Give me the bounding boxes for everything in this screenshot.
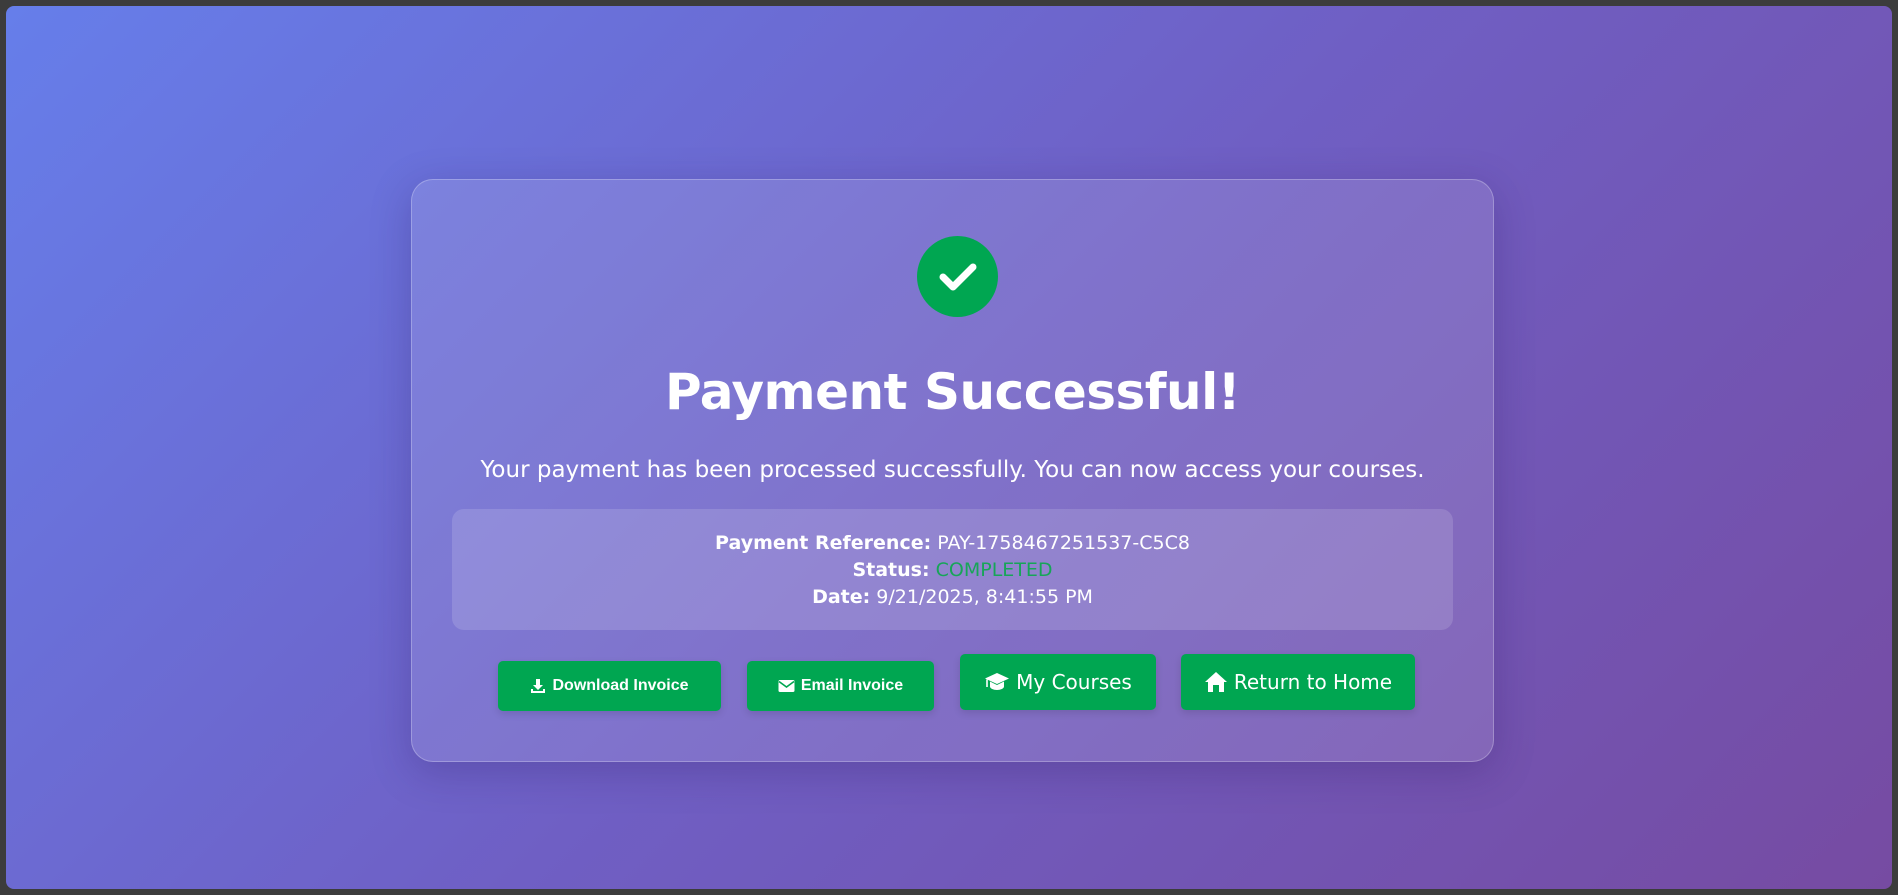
email-invoice-label: Email Invoice [800,677,904,694]
status-badge: COMPLETED [935,559,1053,581]
payment-reference-value: PAY-1758467251537-C5C8 [937,532,1190,554]
my-courses-label: My Courses [1016,670,1132,694]
check-circle-icon [917,236,998,317]
date-row: Date: 9/21/2025, 8:41:55 PM [452,584,1453,611]
return-home-label: Return to Home [1233,670,1393,694]
payment-reference-row: Payment Reference: PAY-1758467251537-C5C… [452,530,1453,557]
page-title: Payment Successful! [664,363,1241,421]
download-icon [531,679,546,693]
status-row: Status: COMPLETED [452,557,1453,584]
page-background: Payment Successful! Your payment has bee… [6,6,1892,889]
status-label: Status: [852,559,930,581]
envelope-icon [778,680,795,692]
payment-reference-label: Payment Reference: [715,532,932,554]
download-invoice-label: Download Invoice [552,677,689,694]
date-value: 9/21/2025, 8:41:55 PM [876,586,1093,608]
download-invoice-button[interactable]: Download Invoice [498,661,721,711]
payment-details-box: Payment Reference: PAY-1758467251537-C5C… [452,509,1453,630]
graduation-cap-icon [985,673,1010,690]
my-courses-button[interactable]: My Courses [960,654,1156,710]
home-icon [1204,672,1227,692]
date-label: Date: [812,586,871,608]
email-invoice-button[interactable]: Email Invoice [747,661,934,711]
return-home-button[interactable]: Return to Home [1181,654,1415,710]
success-message: Your payment has been processed successf… [480,457,1425,483]
payment-success-card: Payment Successful! Your payment has bee… [411,179,1494,762]
